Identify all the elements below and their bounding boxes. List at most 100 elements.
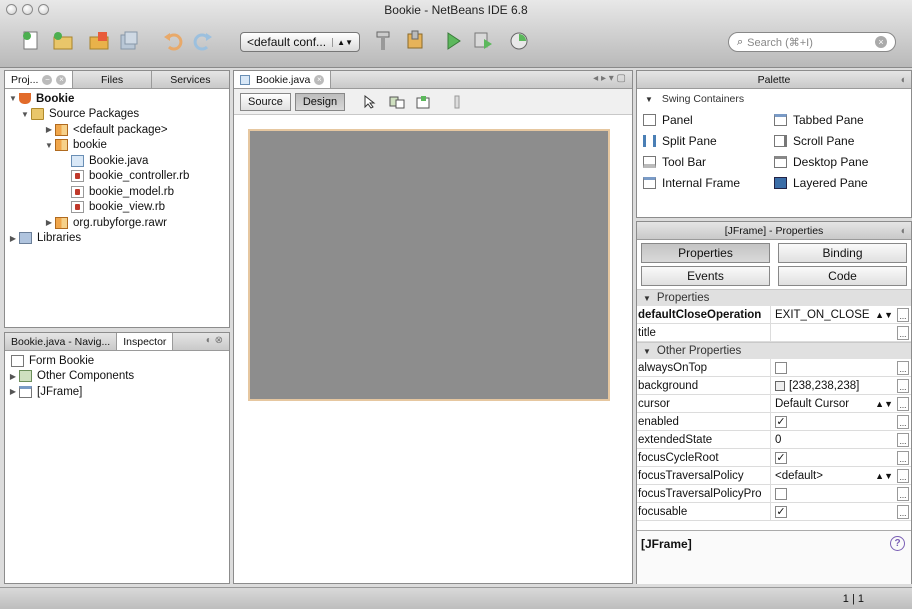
new-file-icon[interactable] [18,28,44,54]
code-button[interactable]: Code [778,266,907,286]
palette-item-internal-frame[interactable]: Internal Frame [643,176,774,190]
search-field[interactable]: ⌕ Search (⌘+I) × [728,32,896,52]
property-checkbox[interactable] [775,361,787,374]
property-editor-button[interactable]: ... [897,325,909,340]
expanded-arrow-icon[interactable]: ▼ [19,110,31,119]
redo-icon[interactable] [190,28,216,54]
property-editor-button[interactable]: ... [897,432,909,447]
tab-services[interactable]: Services [152,71,229,88]
property-checkbox[interactable]: ✓ [775,451,787,464]
profile-icon[interactable] [506,28,532,54]
collapsed-arrow-icon[interactable]: ▶ [43,218,55,227]
minimize-panel-icon[interactable]: ◐ [901,225,907,237]
design-canvas-jframe[interactable] [248,129,610,401]
expanded-arrow-icon[interactable]: ▼ [7,94,19,103]
minimize-panel-icon[interactable]: − [42,74,53,85]
new-project-icon[interactable] [50,28,76,54]
property-editor-button[interactable]: ... [897,486,909,501]
property-row-focustraversalpolicyprovider[interactable]: focusTraversalPolicyPro ... [637,485,911,503]
property-editor-button[interactable]: ... [897,504,909,519]
clean-build-icon[interactable] [370,28,396,54]
property-checkbox[interactable] [775,487,787,500]
property-row-focusable[interactable]: focusable ✓ ... [637,503,911,521]
property-value-color[interactable]: [238,238,238] [771,380,897,392]
binding-button[interactable]: Binding [778,243,907,263]
events-button[interactable]: Events [641,266,770,286]
property-row-background[interactable]: background [238,238,238] ... [637,377,911,395]
property-row-focuscycleroot[interactable]: focusCycleRoot ✓ ... [637,449,911,467]
tree-node-bookie-model[interactable]: bookie_model.rb [5,184,229,200]
property-editor-button[interactable]: ... [897,450,909,465]
collapsed-arrow-icon[interactable]: ▶ [7,234,19,243]
property-value-input[interactable]: 0 [771,434,897,446]
tree-node-form-bookie[interactable]: Form Bookie [5,353,229,369]
property-row-enabled[interactable]: enabled ✓ ... [637,413,911,431]
palette-item-split-pane[interactable]: Split Pane [643,134,774,148]
run-icon[interactable] [440,28,466,54]
palette-item-tool-bar[interactable]: Tool Bar [643,155,774,169]
tab-navigator[interactable]: Bookie.java - Navig... [5,333,118,350]
property-row-focustraversalpolicy[interactable]: focusTraversalPolicy <default> ▲▼ ... [637,467,911,485]
tree-node-source-packages[interactable]: ▼ Source Packages [5,107,229,123]
property-editor-button[interactable]: ... [897,360,909,375]
minimize-panel-icon[interactable]: ◐ ⊗ [200,333,229,350]
help-icon[interactable]: ? [890,536,905,551]
open-project-icon[interactable] [86,28,112,54]
collapsed-arrow-icon[interactable]: ▶ [7,372,19,381]
tree-node-default-package[interactable]: ▶ <default package> [5,122,229,138]
clear-search-icon[interactable]: × [875,36,887,48]
palette-item-tabbed-pane[interactable]: Tabbed Pane [774,113,905,127]
tree-node-rubyforge[interactable]: ▶ org.rubyforge.rawr [5,215,229,231]
collapsed-arrow-icon[interactable]: ▶ [43,125,55,134]
palette-category[interactable]: ▼ Swing Containers [637,89,911,109]
tree-node-libraries[interactable]: ▶ Libraries [5,231,229,247]
preview-design-icon[interactable] [415,95,431,109]
other-properties-section[interactable]: ▼ Other Properties [637,342,911,359]
palette-item-layered-pane[interactable]: Layered Pane [774,176,905,190]
connection-mode-icon[interactable] [389,95,405,109]
property-editor-button[interactable]: ... [897,396,909,411]
editor-nav-icon[interactable]: ◂ ▸ ▾ ▢ [587,71,632,88]
property-editor-button[interactable]: ... [897,378,909,393]
tree-node-bookie-view[interactable]: bookie_view.rb [5,200,229,216]
property-row-defaultcloseoperation[interactable]: defaultCloseOperation EXIT_ON_CLOSE ▲▼ ..… [637,306,911,324]
save-all-icon[interactable] [116,28,142,54]
build-icon[interactable] [402,28,428,54]
tree-node-bookie-java[interactable]: Bookie.java [5,153,229,169]
design-view-button[interactable]: Design [294,92,346,111]
align-icon[interactable] [449,95,465,109]
collapsed-arrow-icon[interactable]: ▶ [7,387,19,396]
property-checkbox[interactable]: ✓ [775,415,787,428]
tree-node-other-components[interactable]: ▶ Other Components [5,369,229,385]
property-editor-button[interactable]: ... [897,468,909,483]
property-value-select[interactable]: EXIT_ON_CLOSE ▲▼ [771,309,897,321]
palette-item-panel[interactable]: Panel [643,113,774,127]
tree-node-bookie-project[interactable]: ▼ Bookie [5,91,229,107]
properties-button[interactable]: Properties [641,243,770,263]
property-editor-button[interactable]: ... [897,307,909,322]
property-row-extendedstate[interactable]: extendedState 0 ... [637,431,911,449]
tab-inspector[interactable]: Inspector [117,333,174,350]
palette-item-desktop-pane[interactable]: Desktop Pane [774,155,905,169]
debug-icon[interactable] [470,28,496,54]
tree-node-jframe[interactable]: ▶ [JFrame] [5,384,229,400]
property-editor-button[interactable]: ... [897,414,909,429]
tab-files[interactable]: Files [73,71,152,88]
expanded-arrow-icon[interactable]: ▼ [43,141,55,150]
property-value-select[interactable]: Default Cursor ▲▼ [771,398,897,410]
property-value-select[interactable]: <default> ▲▼ [771,470,897,482]
undo-icon[interactable] [160,28,186,54]
property-checkbox[interactable]: ✓ [775,505,787,518]
configuration-select[interactable]: <default conf... ▲▼ [240,32,360,52]
tree-node-bookie-package[interactable]: ▼ bookie [5,138,229,154]
palette-item-scroll-pane[interactable]: Scroll Pane [774,134,905,148]
minimize-panel-icon[interactable]: ◐ [901,74,907,86]
property-row-title[interactable]: title ... [637,324,911,342]
property-row-cursor[interactable]: cursor Default Cursor ▲▼ ... [637,395,911,413]
close-tab-icon[interactable]: × [314,74,325,85]
selection-mode-icon[interactable] [363,94,379,109]
tree-node-bookie-controller[interactable]: bookie_controller.rb [5,169,229,185]
property-row-alwaysontop[interactable]: alwaysOnTop ... [637,359,911,377]
tab-projects[interactable]: Proj... − × [5,71,74,88]
properties-section[interactable]: ▼ Properties [637,289,911,306]
